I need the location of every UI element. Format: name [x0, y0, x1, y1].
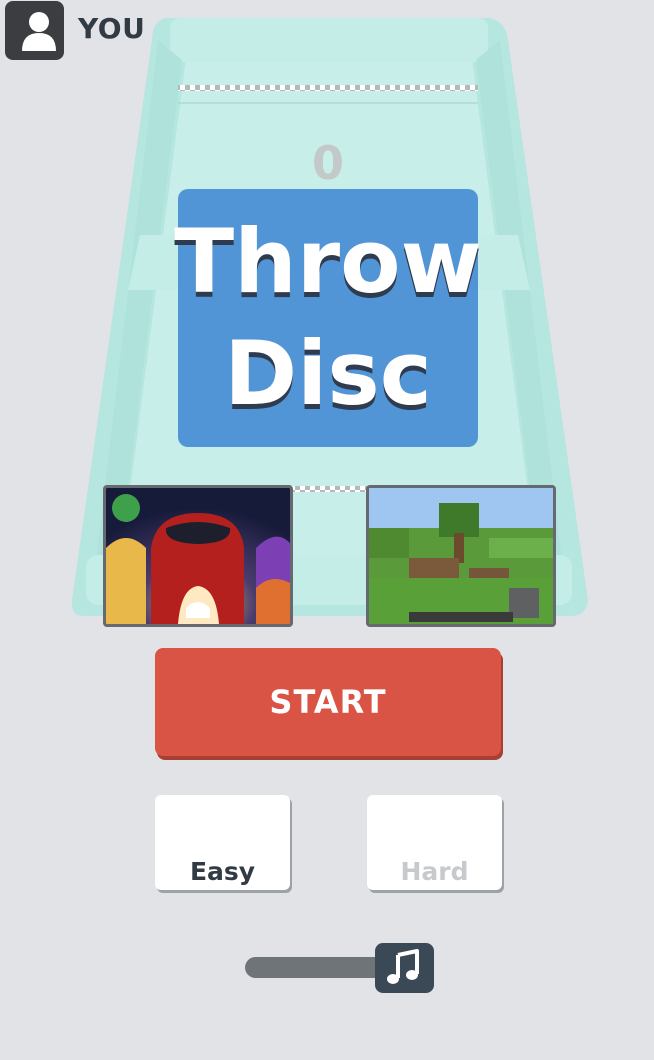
- minecraft-style-thumbnail[interactable]: [366, 485, 556, 627]
- difficulty-hard-button[interactable]: Hard: [367, 795, 502, 890]
- music-toggle-button[interactable]: [375, 943, 434, 993]
- among-us-style-thumbnail[interactable]: [103, 485, 293, 627]
- difficulty-hard-label: Hard: [400, 857, 469, 886]
- game-title-card: Throw Disc: [174, 189, 482, 447]
- difficulty-easy-button[interactable]: Easy: [155, 795, 290, 890]
- score-display: 0: [311, 136, 344, 190]
- user-silhouette-icon: [22, 12, 56, 51]
- player-name: YOU: [78, 12, 146, 45]
- start-button[interactable]: START: [155, 648, 501, 756]
- player-avatar: [5, 1, 64, 60]
- title-line-2: Disc: [224, 322, 432, 425]
- title-line-1: Throw: [174, 210, 482, 313]
- difficulty-easy-label: Easy: [189, 857, 256, 886]
- music-note-icon: [387, 949, 419, 984]
